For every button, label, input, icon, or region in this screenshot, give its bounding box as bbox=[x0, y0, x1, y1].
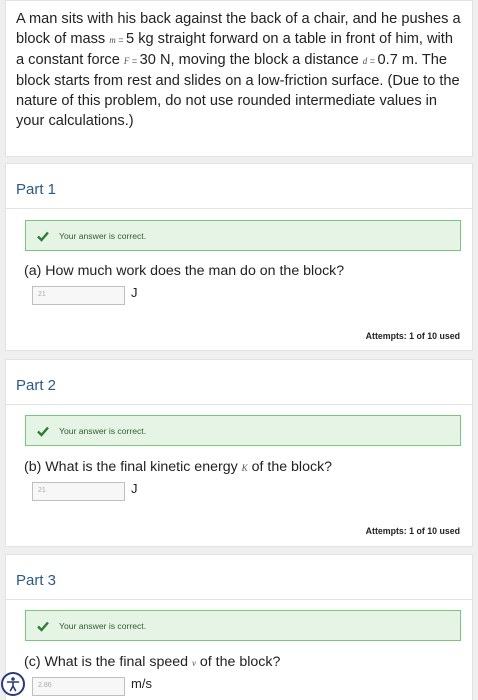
part-3-question-text-end: of the block? bbox=[195, 654, 281, 670]
eq-d: = bbox=[367, 56, 378, 66]
accessibility-button[interactable] bbox=[1, 672, 25, 696]
part-1-unit: J bbox=[131, 285, 138, 300]
question-text-3: 30 N, moving the block a distance bbox=[139, 52, 363, 68]
part-3-question: (c) What is the final speed v of the blo… bbox=[24, 654, 280, 670]
part-2-feedback-text: Your answer is correct. bbox=[59, 425, 147, 436]
checkmark-icon bbox=[37, 621, 49, 632]
part-1-feedback-text: Your answer is correct. bbox=[59, 230, 147, 241]
part-2-question-text-end: of the block? bbox=[247, 459, 333, 475]
part-1-title: Part 1 bbox=[16, 181, 57, 198]
part-2-feedback: Your answer is correct. bbox=[25, 415, 461, 446]
part-3-answer-input[interactable]: 2.86 bbox=[32, 677, 125, 696]
part-2-question: (b) What is the final kinetic energy K o… bbox=[24, 459, 332, 475]
part-3-unit: m/s bbox=[131, 676, 152, 691]
part-2-question-text: (b) What is the final kinetic energy bbox=[24, 459, 242, 475]
part-3-feedback: Your answer is correct. bbox=[25, 610, 461, 641]
part-2-answer-input[interactable]: 21 bbox=[32, 482, 125, 501]
part-1-feedback: Your answer is correct. bbox=[25, 220, 461, 251]
part-1-answer-input[interactable]: 21 bbox=[32, 286, 125, 305]
part-1-question-text: (a) How much work does the man do on the… bbox=[24, 263, 345, 279]
part-3-question-text: (c) What is the final speed bbox=[24, 654, 192, 670]
question-card: A man sits with his back against the bac… bbox=[5, 0, 473, 157]
part-2-attempts: Attempts: 1 of 10 used bbox=[365, 526, 460, 536]
eq-m: = bbox=[115, 35, 127, 45]
part-2-body: Your answer is correct. (b) What is the … bbox=[5, 404, 473, 547]
accessibility-icon bbox=[6, 677, 20, 692]
part-3-feedback-text: Your answer is correct. bbox=[59, 620, 147, 631]
part-3-body: Your answer is correct. (c) What is the … bbox=[5, 599, 473, 700]
part-1-question: (a) How much work does the man do on the… bbox=[24, 263, 344, 279]
checkmark-icon bbox=[37, 426, 49, 437]
part-3-title: Part 3 bbox=[16, 572, 57, 589]
part-1-attempts: Attempts: 1 of 10 used bbox=[365, 331, 460, 341]
part-2-unit: J bbox=[131, 481, 138, 496]
checkmark-icon bbox=[37, 231, 49, 242]
part-1-body: Your answer is correct. (a) How much wor… bbox=[5, 208, 473, 351]
part-2-title: Part 2 bbox=[16, 377, 57, 394]
eq-F: = bbox=[129, 56, 140, 66]
